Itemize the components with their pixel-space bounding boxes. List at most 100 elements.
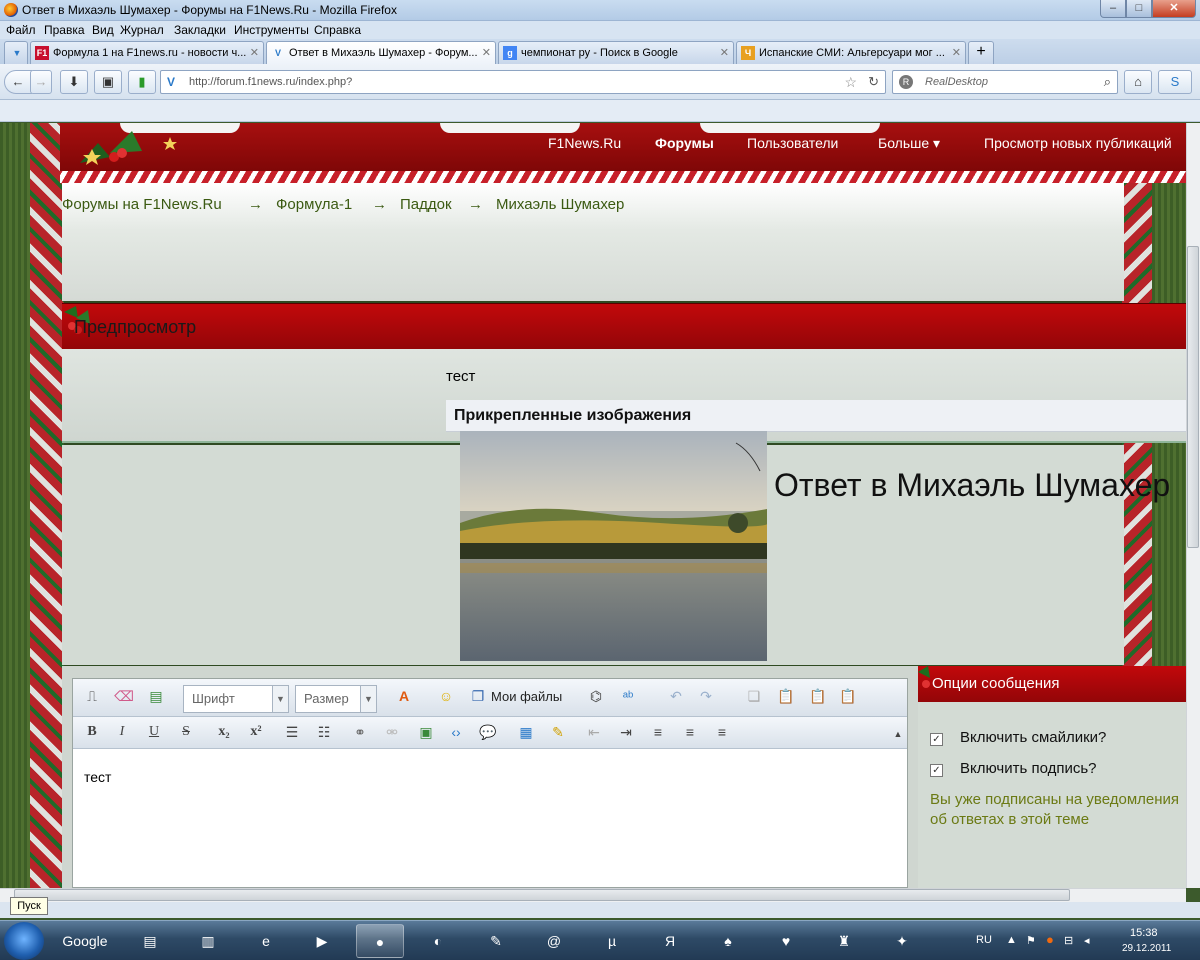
subscript-icon[interactable]: x₂ <box>213 721 235 743</box>
underline-icon[interactable]: U <box>143 721 165 743</box>
signature-checkbox[interactable]: ✓ <box>930 764 943 777</box>
reload-icon[interactable]: ↻ <box>868 74 879 90</box>
home-icon[interactable]: ⌂ <box>1124 70 1152 94</box>
nav-forums[interactable]: Форумы <box>655 135 714 151</box>
close-button[interactable]: ✕ <box>1152 0 1196 18</box>
bookmark-star-icon[interactable]: ☆ <box>844 74 857 91</box>
close-tab-icon[interactable]: ✕ <box>952 46 961 59</box>
url-field[interactable]: V http://forum.f1news.ru/index.php? ☆ ↻ <box>160 70 886 94</box>
nav-more[interactable]: Больше ▾ <box>878 135 940 152</box>
forward-button[interactable]: → <box>30 70 52 94</box>
app-icon[interactable]: ▤ <box>126 924 174 958</box>
nav-new-posts[interactable]: Просмотр новых публикаций <box>984 135 1172 151</box>
internet-explorer-icon[interactable]: e <box>242 924 290 958</box>
align-center-icon[interactable]: ≡ <box>679 721 701 743</box>
yandex-icon[interactable]: Я <box>646 924 694 958</box>
menu-help[interactable]: Справка <box>314 23 361 37</box>
resize-icon[interactable]: ▤ <box>145 685 167 707</box>
breadcrumb-forums[interactable]: Форумы на F1News.Ru <box>62 196 222 213</box>
numbered-list-icon[interactable]: ☷ <box>313 721 335 743</box>
app-icon[interactable]: ◐ <box>414 924 462 958</box>
tab-f1news[interactable]: F1 Формула 1 на F1news.ru - новости ч...… <box>30 41 264 64</box>
breadcrumb-formula1[interactable]: Формула-1 <box>276 196 352 213</box>
back-button[interactable]: ← <box>4 70 32 94</box>
paste-icon[interactable]: 📋 <box>775 685 797 707</box>
nav-f1news[interactable]: F1News.Ru <box>548 135 621 151</box>
tab-list-button[interactable]: ▼ <box>4 41 28 64</box>
minimize-button[interactable]: – <box>1100 0 1126 18</box>
tab-championat[interactable]: Ч Испанские СМИ: Альгерсуари мог ... ✕ <box>736 41 966 64</box>
bulleted-list-icon[interactable]: ☰ <box>281 721 303 743</box>
link-icon[interactable]: ⚭ <box>349 721 371 743</box>
size-select[interactable]: Размер ▼ <box>295 685 377 713</box>
my-files-icon[interactable]: ❐ <box>467 685 489 707</box>
search-field[interactable]: R RealDesktop ⌕ <box>892 70 1118 94</box>
menu-history[interactable]: Журнал <box>120 23 164 37</box>
firefox-taskbar-icon[interactable]: ● <box>356 924 404 958</box>
font-select[interactable]: Шрифт ▼ <box>183 685 289 713</box>
bold-icon[interactable]: B <box>81 721 103 743</box>
clock-date[interactable]: 29.12.2011 <box>1122 943 1171 954</box>
language-indicator[interactable]: RU <box>976 934 992 946</box>
breadcrumb-paddock[interactable]: Паддок <box>400 196 452 213</box>
copy-icon[interactable]: ❏ <box>743 685 765 707</box>
solitaire-icon[interactable]: ♠ <box>704 924 752 958</box>
quote-icon[interactable]: 💬 <box>477 721 499 743</box>
undo-icon[interactable]: ↶ <box>665 685 687 707</box>
smilies-label[interactable]: Включить смайлики? <box>960 729 1106 746</box>
my-files-button[interactable]: Мои файлы <box>491 689 562 704</box>
align-right-icon[interactable]: ≡ <box>711 721 733 743</box>
folder-icon[interactable]: ▥ <box>184 924 232 958</box>
redo-icon[interactable]: ↷ <box>695 685 717 707</box>
utorrent-icon[interactable]: µ <box>588 924 636 958</box>
hearts-icon[interactable]: ♥ <box>762 924 810 958</box>
collapse-toolbar-icon[interactable]: ▲ <box>887 723 909 745</box>
unlink-icon[interactable]: ⚮ <box>381 721 403 743</box>
menu-view[interactable]: Вид <box>92 23 114 37</box>
network-icon[interactable]: ⊟ <box>1064 934 1073 947</box>
menu-edit[interactable]: Правка <box>44 23 85 37</box>
menu-bookmarks[interactable]: Закладки <box>174 23 226 37</box>
paint-icon[interactable]: ✎ <box>472 924 520 958</box>
mail-agent-icon[interactable]: @ <box>530 924 578 958</box>
eraser-icon[interactable]: ⌫ <box>113 685 135 707</box>
google-taskbar-button[interactable]: Google <box>54 924 116 958</box>
new-tab-button[interactable]: + <box>968 41 994 64</box>
italic-icon[interactable]: I <box>111 721 133 743</box>
vertical-scrollbar-thumb[interactable] <box>1187 246 1199 548</box>
tab-forum-reply[interactable]: V Ответ в Михаэль Шумахер - Форум... ✕ <box>266 41 496 64</box>
app-icon[interactable]: ✦ <box>878 924 926 958</box>
tray-app-icon[interactable]: ● <box>1046 932 1054 947</box>
attached-photo[interactable] <box>460 431 767 661</box>
close-tab-icon[interactable]: ✕ <box>250 46 259 59</box>
nav-users[interactable]: Пользователи <box>747 135 838 151</box>
smiley-icon[interactable]: ☺ <box>435 685 457 707</box>
skype-icon[interactable]: S <box>1158 70 1192 94</box>
close-tab-icon[interactable]: ✕ <box>720 46 729 59</box>
media-player-icon[interactable]: ▶ <box>298 924 346 958</box>
strikethrough-icon[interactable]: S <box>175 721 197 743</box>
clock-time[interactable]: 15:38 <box>1130 927 1158 939</box>
spoiler-icon[interactable]: ✎ <box>547 721 569 743</box>
media-icon[interactable]: ▦ <box>515 721 537 743</box>
search-engine-icon[interactable]: R <box>899 75 913 89</box>
breadcrumb-schumacher[interactable]: Михаэль Шумахер <box>496 196 624 213</box>
paste-word-icon[interactable]: 📋 <box>837 685 859 707</box>
maximize-button[interactable]: □ <box>1126 0 1152 18</box>
screenshot-icon[interactable]: ▣ <box>94 70 122 94</box>
editor-content[interactable]: тест <box>84 769 111 785</box>
image-icon[interactable]: ▣ <box>415 721 437 743</box>
outdent-icon[interactable]: ⇤ <box>583 721 605 743</box>
menu-file[interactable]: Файл <box>6 23 36 37</box>
text-color-icon[interactable]: A <box>393 685 415 707</box>
binoculars-icon[interactable]: ⌬ <box>585 685 607 707</box>
close-tab-icon[interactable]: ✕ <box>482 46 491 59</box>
align-left-icon[interactable]: ≡ <box>647 721 669 743</box>
replace-icon[interactable]: ᵃᵇ <box>617 685 639 707</box>
menu-tools[interactable]: Инструменты <box>234 23 309 37</box>
signature-label[interactable]: Включить подпись? <box>960 760 1097 777</box>
superscript-icon[interactable]: x² <box>245 721 267 743</box>
smilies-checkbox[interactable]: ✓ <box>930 733 943 746</box>
indent-icon[interactable]: ⇥ <box>615 721 637 743</box>
tab-google-search[interactable]: g чемпионат ру - Поиск в Google ✕ <box>498 41 734 64</box>
